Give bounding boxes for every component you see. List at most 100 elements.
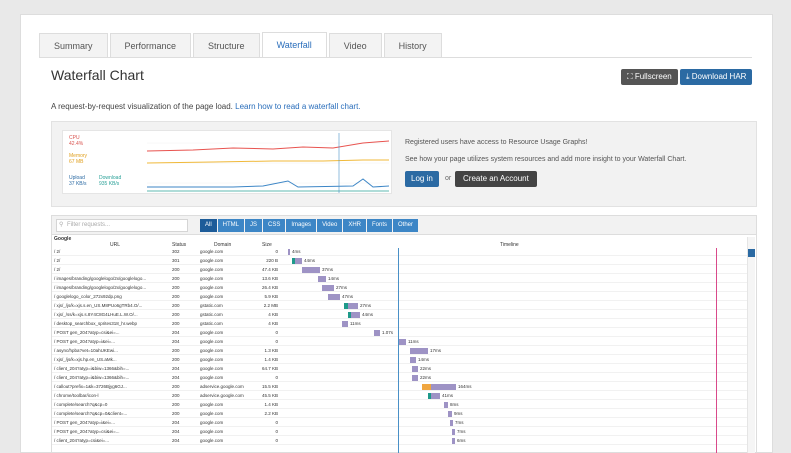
timing-bar[interactable] (322, 285, 334, 291)
timing-label: 11ms (350, 321, 361, 326)
timing-bar[interactable] (342, 321, 348, 327)
table-row[interactable]: / POST gen_204?atyp=csi&ei=... 204 google.… (52, 428, 747, 436)
filter-input[interactable]: ⚲ Filter requests... (56, 219, 188, 232)
table-row[interactable]: / chrome/toolbar/icon-l 200 adservice.goog… (52, 392, 747, 400)
timing-bar[interactable] (288, 249, 290, 255)
table-row[interactable]: / POST gen_204?atyp=csi&ei=... 204 google.… (52, 329, 747, 337)
table-row[interactable]: / POST gen_204?atyp=i&ei=... 204 google.co… (52, 338, 747, 346)
row-size: 2.2 KB (264, 411, 278, 416)
connect-segment (344, 303, 348, 309)
timing-bar[interactable] (318, 276, 326, 282)
table-row[interactable]: / client_204?atyp=i&biw=1366&bih=... 204 g… (52, 374, 747, 382)
create-account-button[interactable]: Create an Account (455, 171, 537, 187)
table-row[interactable]: / images/branding/googlelogo/2x/googlelo… (52, 275, 747, 283)
timing-bar[interactable] (328, 294, 340, 300)
chip-fonts[interactable]: Fonts (366, 219, 392, 232)
table-row[interactable]: / xjs/_/ss/k=xjs.s.8Y4C8G4LHuE.L.W.O/...… (52, 311, 747, 319)
row-url: / POST gen_204?atyp=i&ei=... (54, 339, 115, 344)
timing-bar[interactable] (410, 357, 416, 363)
chip-js[interactable]: JS (245, 219, 263, 232)
row-url: / 2/ (54, 267, 61, 272)
login-button[interactable]: Log in (405, 171, 439, 187)
waterfall-table: ⚲ Filter requests... All HTML JS CSS Ima… (51, 215, 757, 453)
timing-bar[interactable] (374, 330, 380, 336)
table-row[interactable]: / 2/302 google.com 0 4ms (52, 248, 747, 256)
resource-usage-panel: CPU 42.4% Memory 67 MB Upload 37 KB/s Do… (51, 121, 757, 207)
tab-video[interactable]: Video (328, 33, 382, 57)
scrollbar[interactable] (747, 237, 755, 453)
scroll-thumb[interactable] (748, 249, 755, 257)
tab-history[interactable]: History (383, 33, 442, 57)
filter-bar: ⚲ Filter requests... All HTML JS CSS Ima… (52, 216, 756, 235)
row-url: / 2/ (54, 249, 61, 254)
table-row[interactable]: / 2/301 google.com 220 B 44ms (52, 257, 747, 265)
table-row[interactable]: / xjs/_/js/k=xjs.hp.en_US.aMk... 200 googl… (52, 356, 747, 364)
timing-bar[interactable] (452, 438, 455, 444)
table-row[interactable]: / POST gen_204?atyp=i&ei=... 204 google.co… (52, 419, 747, 427)
timing-bar[interactable] (412, 366, 418, 372)
table-row[interactable]: / complete/search?q&cp=0 200 google.com 1.4… (52, 401, 747, 409)
row-url: / xjs/_/js/k=xjs.hp.en_US.aMk... (54, 357, 117, 362)
row-size: 1.3 KB (264, 348, 278, 353)
timing-bar[interactable] (344, 303, 358, 309)
group-label: Google (54, 236, 72, 242)
table-row[interactable]: / async/hpba?vet=10ahUKEwi... 200 google.c… (52, 347, 747, 355)
connect-segment (428, 393, 431, 399)
table-row[interactable]: / callout?prefix=1&k=3726Bjyg6GJ... 200 ad… (52, 383, 747, 391)
timing-bar[interactable] (428, 393, 440, 399)
or-label: or (445, 175, 452, 182)
chip-other[interactable]: Other (393, 219, 419, 232)
fullscreen-button[interactable]: ⛶ Fullscreen (621, 69, 678, 85)
chip-all[interactable]: All (200, 219, 217, 232)
tab-divider (39, 57, 752, 58)
timing-bar[interactable] (450, 420, 453, 426)
row-size: 0 (275, 375, 278, 380)
chip-video[interactable]: Video (317, 219, 343, 232)
timing-label: 11ms (408, 339, 419, 344)
row-size: 26.4 KB (261, 285, 278, 290)
table-row[interactable]: / googlelogo_color_272x92dp.png 200 google… (52, 293, 747, 301)
table-row[interactable]: / client_204?atyp=i&biw=1366&bih=... 204 g… (52, 365, 747, 373)
table-row[interactable]: / images/branding/googlelogo/2x/googlelo… (52, 284, 747, 292)
chip-xhr[interactable]: XHR (343, 219, 366, 232)
timing-bar[interactable] (444, 402, 448, 408)
timing-bar[interactable] (292, 258, 302, 264)
timing-bar[interactable] (398, 339, 406, 345)
connect-segment (422, 384, 431, 390)
learn-waterfall-link[interactable]: Learn how to read a waterfall chart. (235, 102, 360, 111)
row-size: 4 KB (268, 321, 278, 326)
timing-bar[interactable] (448, 411, 452, 417)
timing-bar[interactable] (412, 375, 418, 381)
row-url: / images/branding/googlelogo/2x/googlelo… (54, 285, 147, 290)
row-size: 2.2 MB (263, 303, 278, 308)
timing-bar[interactable] (302, 267, 320, 273)
chip-html[interactable]: HTML (217, 219, 245, 232)
row-size: 13.6 KB (261, 276, 278, 281)
table-row[interactable]: / xjs/_/js/k=xjs.s.en_US.M8PUo6gTRb4.O/.… (52, 302, 747, 310)
dom-loaded-line (398, 248, 399, 453)
table-row[interactable]: / 2/200 google.com 47.4 KB 37ms (52, 266, 747, 274)
subtitle-text: A request-by-request visualization of th… (51, 102, 233, 111)
table-row[interactable]: / desktop_searchbox_sprites318_hr.webp 20… (52, 320, 747, 328)
tab-structure[interactable]: Structure (193, 33, 260, 57)
row-url: / xjs/_/ss/k=xjs.s.8Y4C8G4LHuE.L.W.O/... (54, 312, 138, 317)
timing-label: 8ms (450, 402, 459, 407)
timing-bar[interactable] (348, 312, 360, 318)
table-row[interactable]: / complete/search?q&cp=0&client=... 200 go… (52, 410, 747, 418)
chip-css[interactable]: CSS (263, 219, 286, 232)
timing-bar[interactable] (410, 348, 428, 354)
timing-label: 27ms (336, 285, 348, 290)
cpu-line (146, 140, 390, 152)
table-row[interactable]: / client_204?atyp=csi&ei=... 204 google.co… (52, 437, 747, 445)
row-size: 0 (275, 420, 278, 425)
chip-images[interactable]: Images (286, 219, 317, 232)
tab-performance[interactable]: Performance (109, 33, 192, 57)
promo-headline: Registered users have access to Resource… (405, 139, 588, 146)
report-card: Summary Performance Structure Waterfall … (20, 14, 773, 453)
tab-summary[interactable]: Summary (39, 33, 108, 57)
row-size: 4 KB (268, 312, 278, 317)
download-har-button[interactable]: ⤓ Download HAR (680, 69, 753, 85)
tab-waterfall[interactable]: Waterfall (261, 32, 327, 58)
timing-bar[interactable] (452, 429, 455, 435)
timing-bar[interactable] (422, 384, 456, 390)
